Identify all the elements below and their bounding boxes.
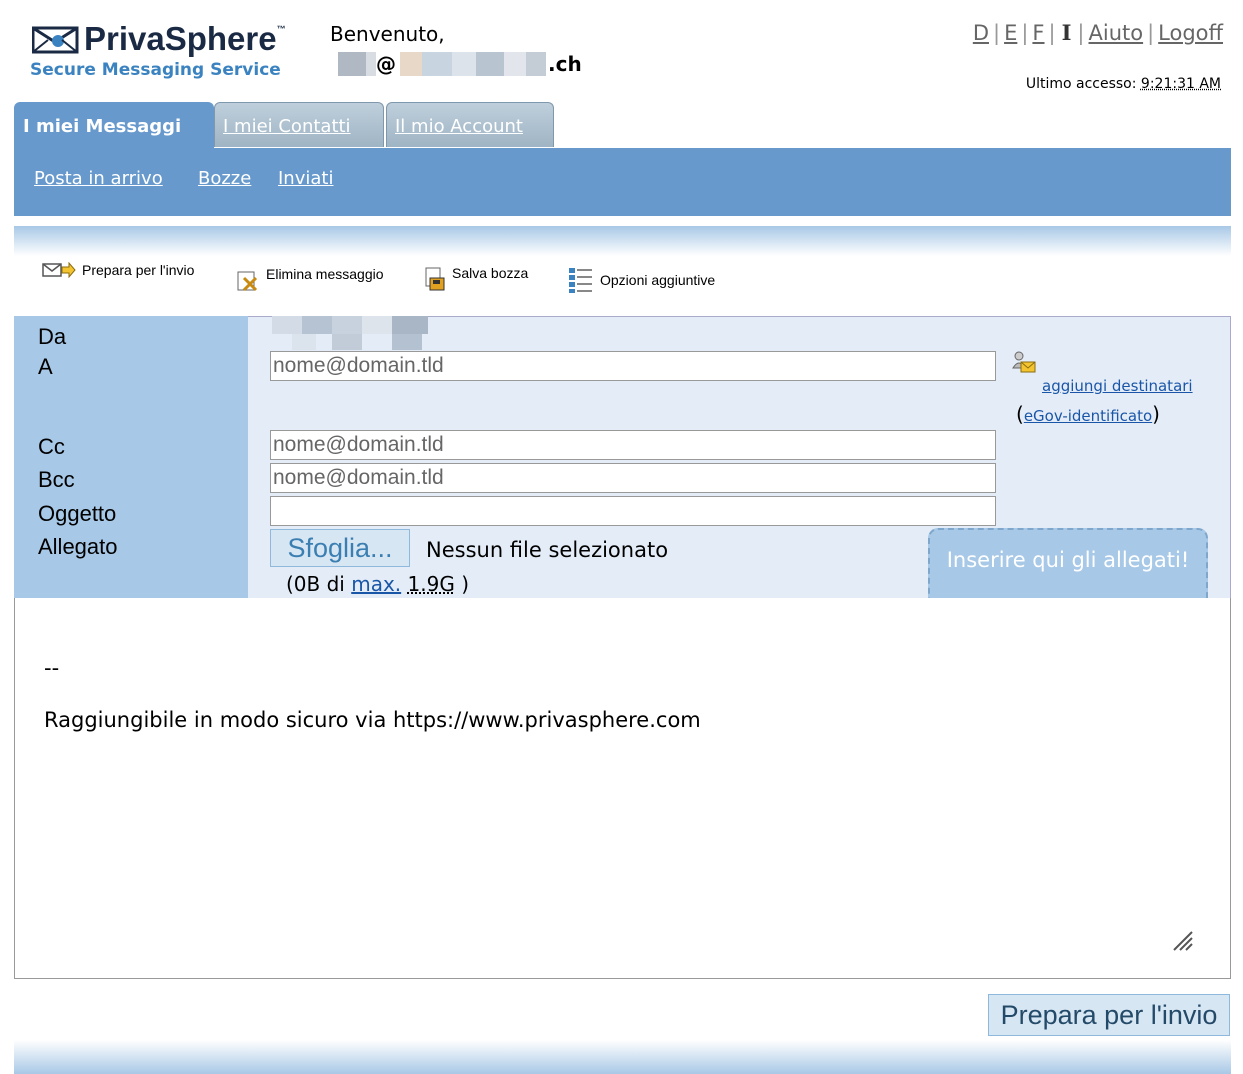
- last-access-time: 9:21:31 AM: [1140, 76, 1221, 92]
- footer-bar: [14, 1040, 1231, 1074]
- language-nav: D | E | F | I | Aiuto | Logoff: [971, 20, 1225, 45]
- lang-it-current: I: [1061, 20, 1072, 45]
- lang-en-link[interactable]: E: [1002, 21, 1019, 45]
- bcc-field[interactable]: nome@domain.tld: [270, 463, 996, 493]
- attachment-quota: (0B di max. 1.9G ): [286, 572, 469, 596]
- more-options-button[interactable]: Opzioni aggiuntive: [568, 266, 715, 294]
- prepare-send-toolbar-button[interactable]: Prepara per l'invio: [42, 262, 194, 278]
- resize-handle-icon[interactable]: [1168, 926, 1194, 952]
- message-body-textarea[interactable]: [14, 598, 1231, 979]
- signature-text: Raggiungibile in modo sicuro via https:/…: [44, 708, 701, 732]
- help-link[interactable]: Aiuto: [1087, 21, 1146, 45]
- no-file-selected: Nessun file selezionato: [426, 538, 669, 562]
- sub-navigation: Posta in arrivo Bozze Inviati: [14, 148, 1231, 216]
- sent-link[interactable]: Inviati: [278, 168, 333, 189]
- cc-label: Cc: [38, 434, 65, 459]
- options-list-icon: [569, 268, 592, 293]
- signature-separator: --: [44, 656, 60, 680]
- save-draft-button[interactable]: Salva bozza: [424, 265, 528, 292]
- cc-field[interactable]: nome@domain.tld: [270, 430, 996, 460]
- subject-label: Oggetto: [38, 501, 117, 526]
- delete-message-button[interactable]: Elimina messaggio: [236, 266, 384, 292]
- add-recipients[interactable]: aggiungi destinatari: [1010, 350, 1193, 395]
- last-access: Ultimo accesso: 9:21:31 AM: [1025, 76, 1221, 92]
- lang-fr-link[interactable]: F: [1030, 21, 1046, 45]
- contact-envelope-icon: [1012, 351, 1036, 373]
- egov-link[interactable]: eGov-identificato: [1024, 407, 1152, 425]
- subject-field[interactable]: [270, 496, 996, 526]
- lang-de-link[interactable]: D: [971, 21, 991, 45]
- from-value-redacted: [272, 316, 456, 350]
- welcome-text: Benvenuto,: [330, 22, 445, 46]
- logoff-link[interactable]: Logoff: [1156, 21, 1225, 45]
- browse-file-button[interactable]: Sfoglia...: [270, 529, 410, 567]
- prepare-send-button[interactable]: Prepara per l'invio: [988, 994, 1230, 1036]
- inbox-link[interactable]: Posta in arrivo: [34, 168, 163, 189]
- to-label: A: [38, 354, 53, 379]
- tab-my-contacts[interactable]: I miei Contatti: [214, 102, 384, 147]
- tab-my-account[interactable]: Il mio Account: [386, 102, 554, 147]
- to-field[interactable]: nome@domain.tld: [270, 351, 996, 381]
- from-label: Da: [38, 324, 67, 349]
- add-recipients-link[interactable]: aggiungi destinatari: [1042, 377, 1193, 395]
- egov-identified: (eGov-identificato): [1016, 402, 1160, 426]
- brand-tagline: Secure Messaging Service: [30, 60, 281, 80]
- bcc-label: Bcc: [38, 467, 75, 492]
- tab-my-messages[interactable]: I miei Messaggi: [14, 102, 214, 150]
- attachment-label: Allegato: [38, 534, 118, 559]
- brand-name: PrivaSphere™: [84, 20, 286, 57]
- attachment-drop-zone[interactable]: Inserire qui gli allegati!: [928, 528, 1208, 608]
- divider-bar: [14, 226, 1231, 256]
- quota-max-link[interactable]: max.: [351, 572, 401, 596]
- save-draft-icon: [425, 267, 445, 291]
- user-email-redacted: @ .ch: [330, 52, 590, 78]
- envelope-logo-icon: [32, 26, 79, 54]
- send-envelope-icon: [42, 262, 76, 278]
- drafts-link[interactable]: Bozze: [198, 168, 251, 189]
- delete-doc-icon: [237, 271, 258, 292]
